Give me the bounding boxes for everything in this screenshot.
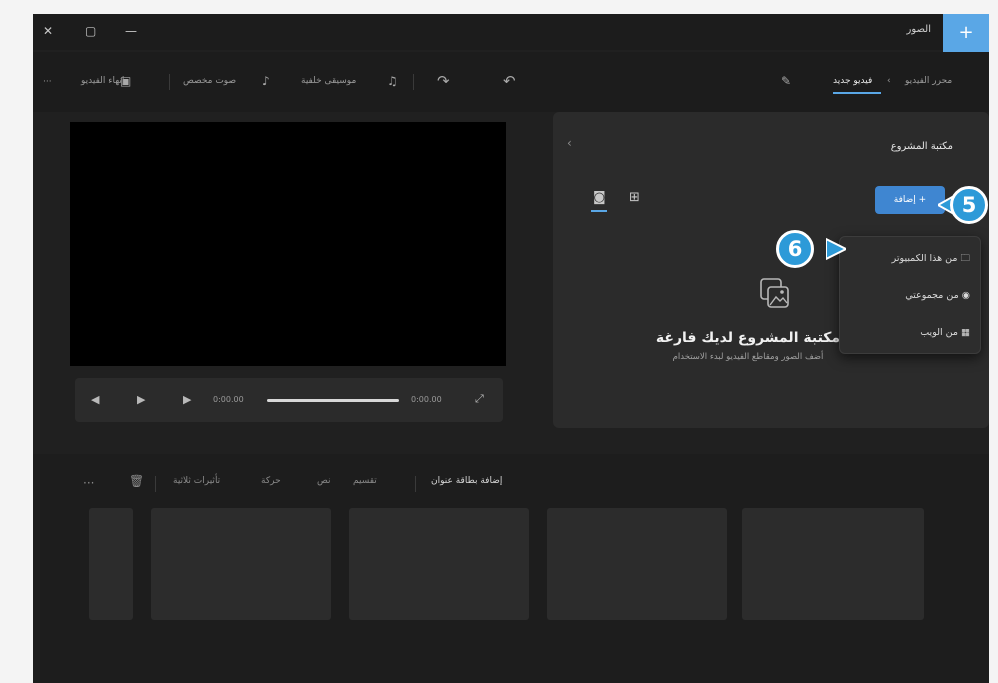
list-view-icon[interactable]: ◙ — [593, 190, 606, 205]
add-media-menu: 🗀 من هذا الكمبيوتر ◉ من مجموعتي ▦ من الو… — [839, 236, 981, 354]
play-icon[interactable]: ▶ — [137, 393, 145, 406]
collection-icon: ◉ — [961, 290, 970, 301]
callout-pointer — [826, 237, 846, 261]
add-title-card-button[interactable]: إضافة بطاقة عنوان — [431, 476, 502, 486]
menu-item-label: من الويب — [920, 327, 958, 338]
toolbar-divider — [413, 74, 414, 90]
undo-icon[interactable]: ↶ — [503, 72, 516, 90]
effects-button[interactable]: تأثيرات ثلاثية — [173, 476, 220, 486]
toolbar-divider — [169, 74, 170, 90]
total-time: 0:00.00 — [411, 395, 442, 404]
storyboard-more-button[interactable]: ··· — [83, 476, 94, 490]
active-tab-underline — [833, 92, 881, 94]
breadcrumb-current: فيديو جديد — [833, 76, 873, 86]
storyboard-divider — [415, 476, 416, 492]
web-icon: ▦ — [961, 327, 970, 338]
finish-video-button[interactable]: إنهاء الفيديو — [81, 76, 124, 86]
fullscreen-icon[interactable]: ⤢ — [475, 392, 484, 406]
next-frame-icon[interactable]: ▶ — [183, 393, 191, 406]
video-preview — [70, 122, 506, 366]
callout-badge-6: 6 — [776, 230, 814, 268]
menu-item-label: من مجموعتي — [905, 290, 959, 301]
background-music-icon: ♫ — [387, 74, 398, 88]
storyboard-card[interactable] — [742, 508, 924, 620]
new-item-button[interactable]: + — [943, 14, 989, 52]
storyboard-card[interactable] — [349, 508, 529, 620]
storyboard-divider — [155, 476, 156, 492]
menu-item-from-collection[interactable]: ◉ من مجموعتي — [905, 284, 970, 308]
folder-icon: 🗀 — [960, 253, 970, 264]
menu-item-label: من هذا الكمبيوتر — [891, 253, 958, 264]
delete-icon[interactable]: 🗑 — [129, 474, 144, 488]
breadcrumb-root[interactable]: محرر الفيديو — [905, 76, 952, 86]
storyboard-card[interactable] — [89, 508, 133, 620]
add-media-button[interactable]: + إضافة — [875, 186, 945, 214]
grid-view-icon[interactable]: ⊞ — [629, 190, 640, 205]
motion-button[interactable]: حركة — [261, 476, 281, 486]
background-music-button[interactable]: موسيقى خلفية — [301, 76, 356, 86]
custom-audio-icon: ♪ — [262, 74, 270, 88]
selected-view-underline — [591, 210, 607, 212]
custom-audio-button[interactable]: صوت مخصص — [183, 76, 236, 86]
more-options-button[interactable]: ··· — [43, 77, 52, 87]
breadcrumb-separator: › — [887, 76, 891, 86]
redo-icon[interactable]: ↷ — [437, 72, 450, 90]
storyboard-card[interactable] — [547, 508, 727, 620]
menu-item-from-pc[interactable]: 🗀 من هذا الكمبيوتر — [892, 247, 970, 271]
callout-badge-5: 5 — [950, 186, 988, 224]
close-window-icon[interactable]: ✕ — [43, 24, 53, 38]
app-title: الصور — [906, 24, 932, 35]
rename-pencil-icon[interactable]: ✎ — [781, 74, 791, 88]
media-placeholder-icon — [760, 278, 789, 308]
library-title: مكتبة المشروع — [890, 141, 953, 152]
playback-controls: ◀ ▶ ▶ 0:00.00 0:00.00 ⤢ — [75, 378, 503, 422]
collapse-panel-icon[interactable]: ‹ — [567, 136, 572, 150]
storyboard-card[interactable] — [151, 508, 331, 620]
minimize-window-icon[interactable]: — — [125, 24, 137, 38]
editor-toolbar: ··· ▣ إنهاء الفيديو ♪ صوت مخصص ♫ موسيقى … — [33, 52, 989, 112]
title-bar: ✕ ▢ — الصور + — [33, 14, 989, 52]
restore-window-icon[interactable]: ▢ — [85, 24, 96, 38]
current-time: 0:00.00 — [213, 395, 244, 404]
split-button[interactable]: تقسيم — [353, 476, 377, 486]
previous-frame-icon[interactable]: ◀ — [91, 393, 99, 406]
menu-item-from-web[interactable]: ▦ من الويب — [920, 321, 970, 345]
text-button[interactable]: نص — [317, 476, 331, 486]
seek-slider[interactable] — [267, 399, 399, 402]
